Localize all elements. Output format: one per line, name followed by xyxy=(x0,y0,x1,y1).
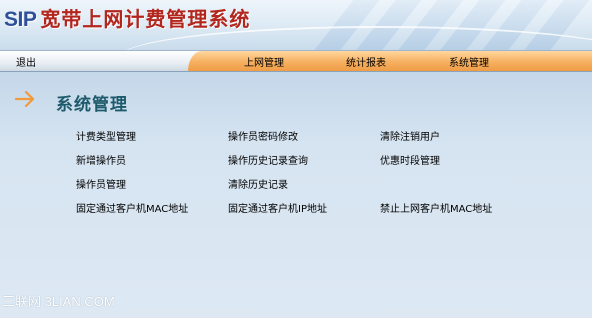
logo-prefix: SIP xyxy=(4,8,37,31)
app-logo: SIP 宽带上网计费管理系统 xyxy=(4,3,250,32)
menu-item-change-operator-password[interactable]: 操作员密码修改 xyxy=(228,132,298,144)
main-content: 系统管理 计费类型管理 新增操作员 操作员管理 固定通过客户机MAC地址 操作员… xyxy=(0,72,592,318)
menu-item-blocked-mac-addresses[interactable]: 禁止上网客户机MAC地址 xyxy=(380,204,492,216)
menu-item-operation-history-query[interactable]: 操作历史记录查询 xyxy=(228,156,308,168)
menu-item-add-operator[interactable]: 新增操作员 xyxy=(76,156,126,168)
menu-item-clear-history[interactable]: 清除历史记录 xyxy=(228,180,288,192)
menu-item-discount-period-management[interactable]: 优惠时段管理 xyxy=(380,156,440,168)
header-banner: SIP 宽带上网计费管理系统 xyxy=(0,0,592,50)
page-title: 系统管理 xyxy=(56,95,128,115)
app-title: 宽带上网计费管理系统 xyxy=(40,7,251,31)
arrow-right-icon xyxy=(14,90,35,108)
nav-item-system-management[interactable]: 系统管理 xyxy=(449,54,489,69)
menu-item-clear-deregistered-users[interactable]: 清除注销用户 xyxy=(380,132,440,144)
menu-item-billing-type-management[interactable]: 计费类型管理 xyxy=(76,132,136,144)
menu-item-operator-management[interactable]: 操作员管理 xyxy=(76,180,126,192)
watermark: 三联网 3LIAN.COM xyxy=(2,294,115,309)
menu-item-allowed-mac-addresses[interactable]: 固定通过客户机MAC地址 xyxy=(76,204,188,216)
menu-item-allowed-ip-addresses[interactable]: 固定通过客户机IP地址 xyxy=(228,204,327,216)
nav-bar: 退出 上网管理 统计报表 系统管理 xyxy=(0,50,592,72)
logout-link[interactable]: 退出 xyxy=(16,54,36,69)
nav-item-statistics-reports[interactable]: 统计报表 xyxy=(346,54,386,69)
nav-item-internet-management[interactable]: 上网管理 xyxy=(244,54,284,69)
